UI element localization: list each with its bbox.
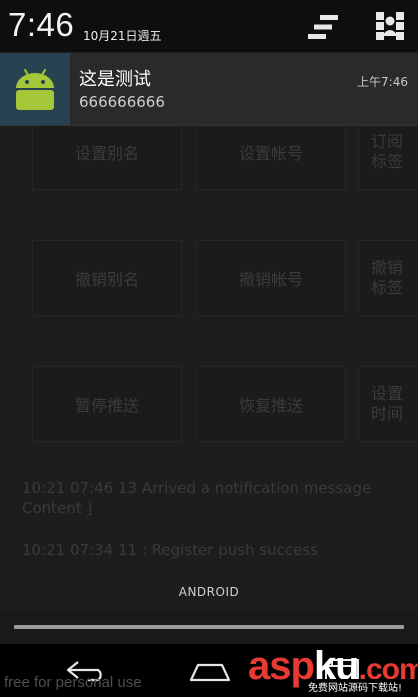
button-row-3: 暂停推送 恢复推送 设置 时间	[0, 366, 418, 446]
pause-push-button: 暂停推送	[32, 366, 182, 442]
android-robot-icon	[16, 69, 54, 110]
button-row-1: 设置别名 设置帐号 订阅 标签	[0, 114, 418, 194]
notification-time: 上午7:46	[357, 75, 408, 89]
unsubscribe-tag-button: 撤销 标签	[358, 240, 418, 316]
home-icon[interactable]	[188, 662, 232, 682]
brand-subtitle: 免费网站源码下载站!	[306, 679, 405, 694]
shade-handle-area[interactable]	[0, 610, 418, 644]
clear-all-icon[interactable]	[306, 14, 340, 40]
date: 10月21日週五	[83, 29, 162, 43]
shade-drag-handle[interactable]	[14, 625, 404, 629]
unset-account-button: 撤销帐号	[196, 240, 346, 316]
set-time-button: 设置 时间	[358, 366, 418, 442]
navigation-bar: free for personal use aspku.com 免费网站源码下载…	[0, 644, 418, 697]
log-line: 10:21 07:34 11 : Register push success	[22, 541, 318, 559]
unset-alias-button: 撤销别名	[32, 240, 182, 316]
notification-card[interactable]: 这是测试 666666666 上午7:46	[0, 53, 418, 126]
clock: 7:46	[8, 6, 75, 43]
quick-settings-icon[interactable]	[376, 12, 404, 40]
resume-push-button: 恢复推送	[196, 366, 346, 442]
carrier-label: ANDROID	[178, 585, 240, 599]
log-line: 10:21 07:46 13 Arrived a notification me…	[22, 479, 372, 517]
notification-title: 这是测试	[79, 69, 151, 90]
status-bar: 7:46 10月21日週五	[0, 0, 418, 53]
notification-text: 666666666	[79, 93, 165, 111]
button-row-2: 撤销别名 撤销帐号 撤销 标签	[0, 240, 418, 320]
brand-asp: asp	[248, 644, 315, 688]
watermark-text: free for personal use	[4, 674, 142, 691]
notification-icon-box	[0, 53, 70, 125]
